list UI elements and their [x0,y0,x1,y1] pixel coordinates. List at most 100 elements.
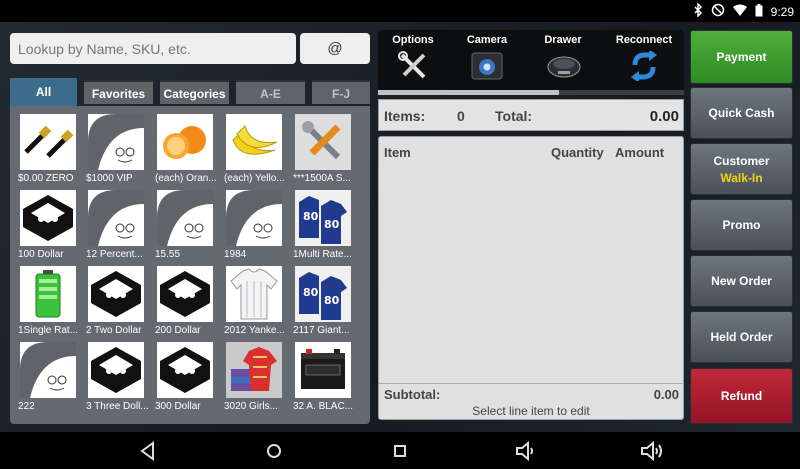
clothes-icon [226,342,282,398]
order-list[interactable]: Item Quantity Amount Subtotal: 0.00 Sele… [378,136,684,420]
product-label: $1000 VIP [86,173,133,184]
product-label: 1984 [224,249,247,260]
product-label: (each) Oran... [155,173,217,184]
clock-time: 9:29 [770,5,794,19]
app-area: @ All Favorites Categories A-E F-J $0.00… [0,22,800,432]
orange-icon [157,114,213,170]
battery-icon [20,266,76,322]
back-icon[interactable] [136,439,160,463]
recents-icon[interactable] [388,439,412,463]
product-tile[interactable]: 32 A. BLAC... [293,338,361,414]
status-bar: 9:29 [0,0,800,22]
camera-button[interactable]: Camera [452,34,522,81]
product-tile[interactable]: 100 Dollar [18,186,86,262]
jersey-icon: 80 80 [295,190,351,246]
reconnect-icon [627,49,661,83]
shirt-icon [226,266,282,322]
product-label: 12 Percent... [86,249,143,260]
svg-text:80: 80 [303,210,319,223]
product-tile[interactable]: 80 80 1Multi Rate... [293,186,361,262]
total-label: Total: [495,108,533,124]
product-label: ***1500A S... [293,173,351,184]
items-count: 0 [457,108,465,124]
volume-up-icon[interactable] [640,439,664,463]
tab-f-j[interactable]: F-J [312,80,370,104]
product-label: 32 A. BLAC... [293,401,354,412]
navigation-bar [0,432,800,469]
product-tile[interactable]: (each) Oran... [155,110,223,186]
product-label: 1Multi Rate... [293,249,352,260]
category-tabs: All Favorites Categories A-E F-J [10,78,370,106]
placeholder-face-icon [88,190,144,246]
product-tile[interactable]: 3 Three Doll... [86,338,154,414]
product-tile[interactable]: 2012 Yanke... [224,262,292,338]
product-tile[interactable]: $1000 VIP [86,110,154,186]
product-tile[interactable]: 300 Dollar [155,338,223,414]
home-icon[interactable] [262,439,286,463]
sync-progress-bar [378,90,684,95]
refund-button[interactable]: Refund [690,368,793,424]
placeholder-face-icon [20,342,76,398]
new-order-button[interactable]: New Order [690,255,793,307]
product-tile[interactable]: 80 80 2117 Giant... [293,262,361,338]
tab-categories[interactable]: Categories [160,80,229,104]
product-label: $0.00 ZERO [18,173,74,184]
volume-down-icon[interactable] [514,439,538,463]
battery-box-icon [295,342,351,398]
status-icons: 9:29 [693,2,794,21]
total-value: 0.00 [649,108,679,125]
reconnect-label: Reconnect [615,34,673,46]
placeholder-face-icon [157,190,213,246]
product-label: 200 Dollar [155,325,201,336]
product-label: 15.55 [155,249,181,260]
held-order-button[interactable]: Held Order [690,311,793,363]
drawer-label: Drawer [544,34,582,46]
product-tile[interactable]: ***1500A S... [293,110,361,186]
subtotal-label: Subtotal: [384,387,441,402]
order-totals: Items: 0 Total: 0.00 [378,99,684,131]
tab-favorites[interactable]: Favorites [84,80,153,104]
product-tile[interactable]: (each) Yello... [224,110,292,186]
customer-label: Customer [713,153,770,168]
tab-all[interactable]: All [10,78,77,106]
product-label: 222 [18,401,35,412]
product-tile[interactable]: 3020 Girls... [224,338,292,414]
battery-status-icon [755,3,763,21]
options-button[interactable]: Options [378,34,448,81]
box-logo-icon [20,190,76,246]
product-tile[interactable]: 15.55 [155,186,223,262]
product-tile[interactable]: 200 Dollar [155,262,223,338]
product-tile[interactable]: 2 Two Dollar [86,262,154,338]
product-tile[interactable]: 222 [18,338,86,414]
search-input[interactable] [10,33,296,64]
jersey-icon: 80 80 [295,266,351,322]
product-label: 100 Dollar [18,249,64,260]
box-logo-icon [88,266,144,322]
quick-cash-button[interactable]: Quick Cash [690,87,793,139]
action-toolbar: Options Camera Drawer Reconnect [378,30,684,94]
product-label: 3020 Girls... [224,401,278,412]
drawer-button[interactable]: Drawer [528,34,598,81]
subtotal-value: 0.00 [653,387,679,402]
cable-icon [20,114,76,170]
promo-button[interactable]: Promo [690,199,793,251]
do-not-disturb-icon [711,3,725,21]
payment-button[interactable]: Payment [690,30,793,84]
product-label: 300 Dollar [155,401,201,412]
customer-button[interactable]: Customer Walk-In [690,143,793,195]
subtotal-divider [379,383,683,384]
items-label: Items: [384,108,426,124]
product-label: 2 Two Dollar [86,325,142,336]
product-tile[interactable]: 1Single Rat... [18,262,86,338]
product-tile[interactable]: 1984 [224,186,292,262]
svg-text:80: 80 [324,218,340,231]
column-quantity: Quantity [551,145,604,160]
new-order-label: New Order [711,274,772,288]
tab-a-e[interactable]: A-E [236,80,305,104]
product-tile[interactable]: $0.00 ZERO [18,110,86,186]
at-button[interactable]: @ [300,33,370,64]
reconnect-button[interactable]: Reconnect [604,34,684,83]
box-logo-icon [157,266,213,322]
product-label: (each) Yello... [224,173,285,184]
product-tile[interactable]: 12 Percent... [86,186,154,262]
